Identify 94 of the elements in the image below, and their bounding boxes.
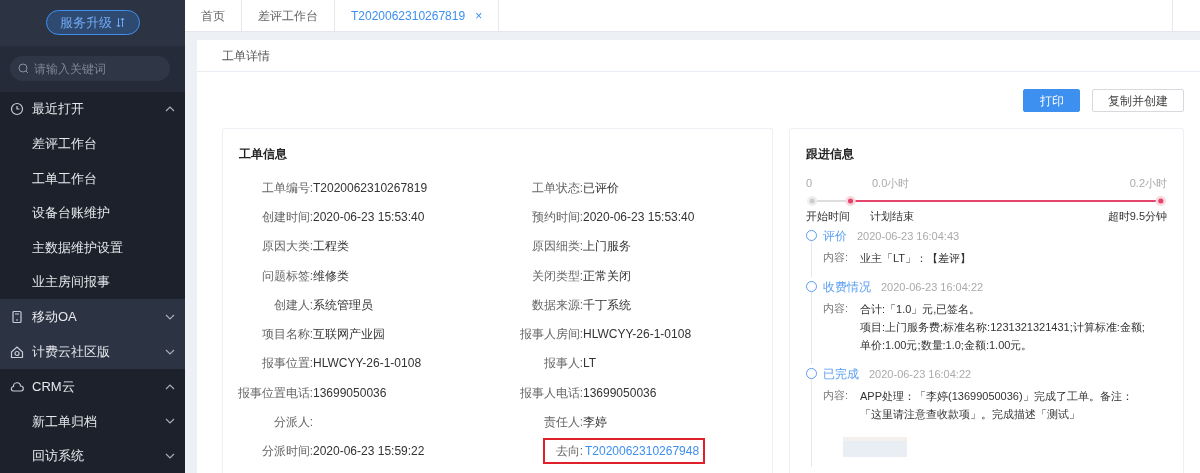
event-content: 「这里请注意查收款项」。完成描述「测试」 bbox=[860, 407, 1081, 422]
cloud-icon bbox=[10, 379, 24, 394]
page-tab[interactable]: 首页 bbox=[185, 0, 242, 31]
axis-tick: 0.0小时 bbox=[872, 176, 911, 191]
field-label: 原因细类: bbox=[530, 238, 583, 256]
field-label: 关闭类型: bbox=[530, 267, 583, 285]
page-tab[interactable]: 差评工作台 bbox=[242, 0, 335, 31]
field-value: 工程类 bbox=[313, 239, 349, 254]
page-tab[interactable]: T2020062310267819 × bbox=[335, 0, 500, 31]
field-value: 13699050036 bbox=[313, 385, 387, 400]
search-icon bbox=[18, 62, 29, 74]
menu-item[interactable]: 回访系统 bbox=[0, 438, 185, 473]
field-label: 预约时间: bbox=[530, 208, 583, 226]
clock-icon bbox=[10, 102, 24, 116]
field-label: 工单编号: bbox=[260, 179, 313, 197]
event-content: 项目:上门服务费;标准名称:1231321321431;计算标准:金额; bbox=[860, 320, 1145, 335]
field-value: 千丁系统 bbox=[583, 297, 631, 312]
field-label: 项目名称: bbox=[260, 326, 313, 344]
field-label: 问题标签: bbox=[260, 267, 313, 285]
menu-group[interactable]: 移动OA bbox=[0, 299, 185, 334]
content-label: 内容: bbox=[823, 250, 850, 265]
field-label: 报事位置电话: bbox=[236, 384, 313, 402]
page-title: 工单详情 bbox=[222, 47, 270, 65]
field-value: 正常关闭 bbox=[583, 268, 631, 283]
field-value: HLWCYY-26-1-0108 bbox=[583, 327, 692, 342]
content-label: 内容: bbox=[823, 301, 850, 316]
progress-label: 开始时间 bbox=[806, 208, 851, 224]
chevron-down-icon bbox=[165, 348, 175, 355]
field-value: 2020-06-23 15:59:22 bbox=[313, 444, 425, 459]
field-value: 13699050036 bbox=[583, 385, 657, 400]
menu-item[interactable]: 设备台账维护 bbox=[0, 195, 185, 230]
content-label: 内容: bbox=[823, 388, 850, 403]
section-title: 跟进信息 bbox=[806, 146, 855, 163]
chevron-down-icon bbox=[165, 418, 175, 425]
menu-item[interactable]: 主数据维护设置 bbox=[0, 230, 185, 265]
field-value: 系统管理员 bbox=[313, 297, 373, 312]
field-value: 已评价 bbox=[583, 180, 619, 195]
field-label: 报事人电话: bbox=[518, 384, 583, 402]
field-label: 创建时间: bbox=[260, 208, 313, 226]
search-field[interactable]: 请输入关键词 bbox=[10, 56, 170, 82]
event-content: 业主「LT」：【差评】 bbox=[860, 251, 972, 266]
field-value: HLWCYY-26-1-0108 bbox=[313, 356, 422, 371]
field-label: 创建人: bbox=[272, 296, 313, 314]
section-title: 工单信息 bbox=[239, 146, 288, 163]
field-value: 2020-06-23 15:53:40 bbox=[313, 209, 425, 224]
event-time: 2020-06-23 16:04:22 bbox=[881, 279, 984, 295]
event-title: 已完成 bbox=[823, 366, 859, 383]
menu-group[interactable]: 计费云社区版 bbox=[0, 334, 185, 369]
field-label: 原因大类: bbox=[260, 238, 313, 256]
progress-label: 计划结束 bbox=[870, 208, 915, 224]
axis-tick: 0.2小时 bbox=[1129, 176, 1167, 191]
menu-group-label: 移动OA bbox=[32, 307, 78, 326]
event-content: APP处理：「李婷(13699050036)」完成了工单。备注： bbox=[860, 389, 1133, 404]
menu-group-label: CRM云 bbox=[32, 377, 76, 396]
menu-group-label: 最近打开 bbox=[32, 100, 85, 119]
menu-item[interactable]: 差评工作台 bbox=[0, 126, 185, 161]
field-label: 分派时间: bbox=[260, 443, 313, 461]
chevron-up-icon bbox=[165, 383, 175, 390]
field-value: 上门服务 bbox=[583, 239, 631, 254]
field-label: 责任人: bbox=[542, 414, 583, 431]
house-coin-icon bbox=[10, 344, 24, 359]
field-value: T2020062310267819 bbox=[313, 180, 428, 195]
progress-label: 超时9.5分钟 bbox=[1107, 208, 1167, 224]
field-label: 数据来源: bbox=[530, 296, 583, 314]
action-button[interactable]: 复制并创建 bbox=[1092, 89, 1184, 112]
menu-group-label: 计费云社区版 bbox=[32, 342, 111, 361]
swap-arrows-icon bbox=[116, 17, 125, 29]
field-value: 2020-06-23 15:53:40 bbox=[583, 209, 695, 224]
chevron-up-icon bbox=[165, 106, 175, 112]
chevron-down-icon bbox=[165, 452, 175, 459]
field-value: 维修类 bbox=[313, 268, 349, 283]
event-content: 单价:1.00元;数量:1.0;金额:1.00元。 bbox=[860, 338, 1034, 353]
field-value: 互联网产业园 bbox=[313, 327, 385, 342]
phone-icon bbox=[10, 309, 24, 324]
event-time: 2020-06-23 16:04:43 bbox=[857, 228, 960, 244]
field-label: 分派人: bbox=[272, 414, 313, 431]
axis-tick: 0 bbox=[806, 176, 814, 191]
field-label: 报事位置: bbox=[260, 355, 313, 373]
upgrade-button[interactable]: 服务升级 bbox=[45, 10, 140, 36]
field-label: 工单状态: bbox=[530, 179, 583, 197]
field-label: 去向: bbox=[554, 443, 583, 461]
event-title: 评价 bbox=[823, 228, 847, 245]
event-time: 2020-06-23 16:04:22 bbox=[869, 366, 972, 382]
close-icon[interactable]: × bbox=[475, 6, 483, 25]
field-label: 报事人: bbox=[542, 355, 583, 373]
field-value: 李婷 bbox=[583, 415, 607, 429]
field-value: LT bbox=[583, 356, 597, 371]
menu-item[interactable]: 新工单归档 bbox=[0, 404, 185, 439]
field-label: 报事人房间: bbox=[518, 326, 583, 344]
chevron-down-icon bbox=[165, 313, 175, 320]
event-content: 合计:「1.0」元,已签名。 bbox=[860, 302, 982, 317]
menu-item[interactable]: 工单工作台 bbox=[0, 161, 185, 196]
event-title: 收费情况 bbox=[823, 279, 871, 296]
menu-item[interactable]: 业主房间报事 bbox=[0, 264, 185, 299]
